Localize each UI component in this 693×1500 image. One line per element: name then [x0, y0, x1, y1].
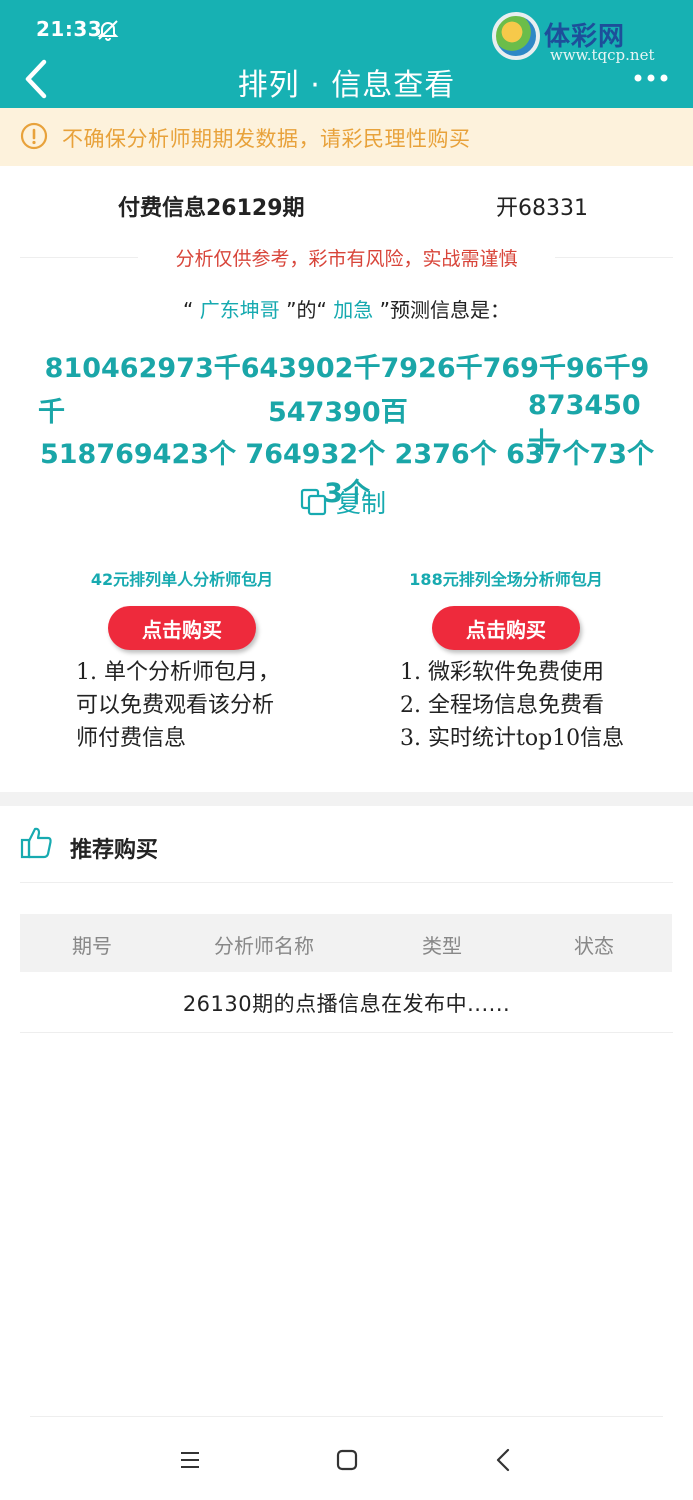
- column-header: 类型: [422, 934, 462, 958]
- buy-button[interactable]: 点击购买: [108, 606, 256, 650]
- prediction-intro: “ 广东坤哥 ”的“ 加急 ”预测信息是：: [0, 294, 693, 323]
- issue-result: 开68331: [496, 196, 588, 221]
- prediction-numbers-row-1: 810462973千643902千7926千769千96千9: [44, 353, 650, 384]
- table-header: 期号 分析师名称 类型 状态: [20, 914, 672, 972]
- notice-banner: 不确保分析师期期发数据，请彩民理性购买: [0, 108, 693, 166]
- system-nav-bar: [0, 1410, 693, 1500]
- plan-single-analyst: 42元排列单人分析师包月 点击购买 1. 单个分析师包月， 可以免费观看该分析 …: [52, 566, 312, 751]
- plan-desc-line: 2. 全程场信息免费看: [400, 693, 604, 718]
- home-icon[interactable]: [331, 1444, 363, 1476]
- section-divider: [0, 792, 693, 806]
- status-time: 21:33: [36, 17, 103, 41]
- column-header: 状态: [574, 934, 614, 958]
- divider-right: [555, 257, 673, 258]
- quote-mid: ”的“: [286, 298, 327, 322]
- plan-desc-line: 3. 实时统计top10信息: [400, 726, 625, 751]
- prediction-numbers-row-2: 千 547390百 873450十: [38, 390, 656, 459]
- watermark-logo: 体彩网 www.tqcp.net: [492, 6, 688, 66]
- issue-row: 付费信息26129期 开68331: [0, 190, 693, 224]
- plan-desc-line: 1. 微彩软件免费使用: [400, 660, 604, 685]
- risk-warning: 分析仅供参考，彩市有风险，实战需谨慎: [20, 244, 673, 272]
- recommend-title: 推荐购买: [70, 838, 159, 863]
- issue-label: 付费信息26129期: [118, 196, 305, 221]
- table-empty-message: 26130期的点播信息在发布中......: [182, 992, 511, 1016]
- nav-back-icon[interactable]: [488, 1444, 520, 1476]
- divider: [20, 1032, 673, 1033]
- plan-all-analysts: 188元排列全场分析师包月 点击购买 1. 微彩软件免费使用 2. 全程场信息免…: [376, 566, 636, 751]
- buy-button[interactable]: 点击购买: [432, 606, 580, 650]
- watermark-circle-icon: [492, 12, 540, 60]
- top-bar: 21:33 体彩网 www.tqcp.net 排列 · 信息查看: [0, 0, 693, 108]
- plan-desc-line: 师付费信息: [76, 726, 187, 751]
- copy-icon: [300, 488, 327, 516]
- number-segment: 千: [38, 397, 65, 428]
- thumbs-up-icon: [20, 827, 52, 859]
- plan-description: 1. 微彩软件免费使用 2. 全程场信息免费看 3. 实时统计top10信息: [400, 656, 624, 755]
- menu-icon[interactable]: [174, 1444, 206, 1476]
- notice-text: 不确保分析师期期发数据，请彩民理性购买: [62, 127, 471, 151]
- plan-title: 188元排列全场分析师包月: [409, 570, 603, 589]
- prediction-type: 加急: [333, 298, 374, 322]
- divider: [20, 882, 673, 883]
- recommend-header: 推荐购买: [0, 822, 693, 870]
- more-options-icon[interactable]: [633, 70, 669, 86]
- plan-description: 1. 单个分析师包月， 可以免费观看该分析 师付费信息: [76, 656, 280, 755]
- notification-muted-icon: [97, 20, 119, 41]
- plan-desc-line: 1. 单个分析师包月，: [76, 660, 280, 685]
- plan-desc-line: 可以免费观看该分析: [76, 693, 275, 718]
- divider: [30, 1416, 663, 1417]
- copy-label: 复制: [336, 489, 387, 518]
- column-header: 期号: [72, 934, 112, 958]
- plan-title: 42元排列单人分析师包月: [90, 570, 274, 589]
- prediction-tail: ”预测信息是：: [379, 298, 510, 322]
- analyst-name: 广东坤哥: [199, 298, 280, 322]
- quote-open: “: [183, 298, 194, 322]
- page-title: 排列 · 信息查看: [237, 68, 456, 103]
- info-icon: [20, 122, 48, 150]
- column-header: 分析师名称: [214, 934, 314, 958]
- number-segment: 547390百: [268, 397, 408, 428]
